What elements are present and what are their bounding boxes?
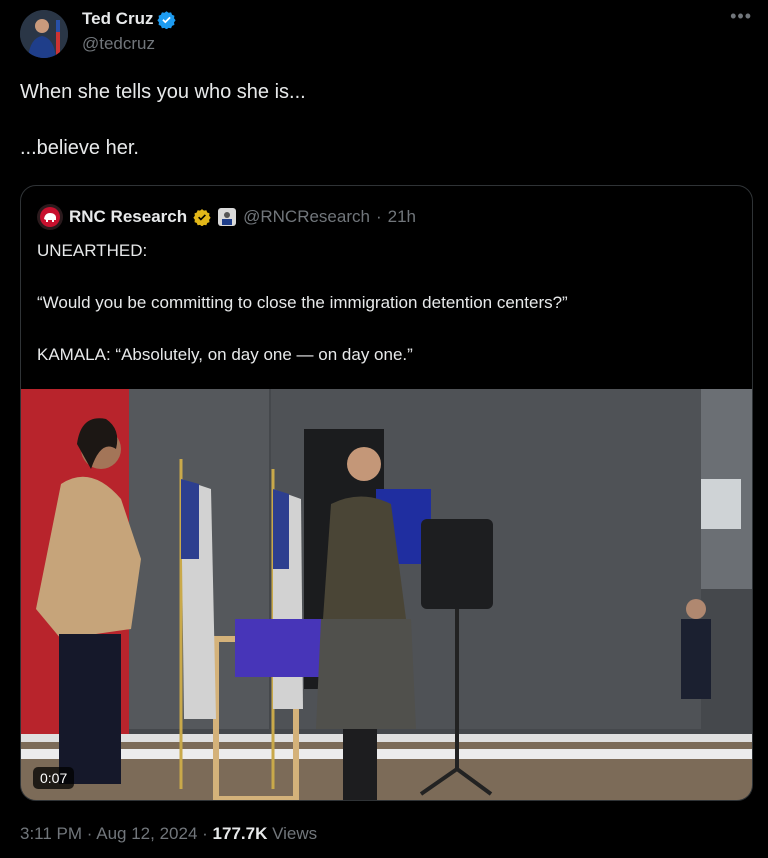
quoted-author-name: RNC Research bbox=[69, 207, 188, 226]
tweet-meta: 3:11 PM · Aug 12, 2024 · 177.7K Views bbox=[20, 824, 317, 844]
quoted-text: UNEARTHED: “Would you be committing to c… bbox=[37, 241, 568, 364]
rnc-logo-icon bbox=[37, 204, 63, 230]
author-avatar[interactable] bbox=[20, 10, 68, 58]
author-name-text: Ted Cruz bbox=[82, 9, 154, 28]
author-name[interactable]: Ted Cruz bbox=[82, 9, 177, 29]
post-date[interactable]: Aug 12, 2024 bbox=[96, 824, 197, 843]
views-count: 177.7K bbox=[212, 824, 268, 843]
dot-separator: · bbox=[375, 207, 382, 226]
views-label: Views bbox=[272, 824, 318, 843]
video-frame bbox=[21, 389, 752, 800]
quoted-time: 21h bbox=[387, 207, 417, 226]
author-handle[interactable]: @tedcruz bbox=[82, 34, 155, 54]
gold-check-icon bbox=[193, 209, 211, 226]
verified-badge-icon bbox=[157, 10, 177, 29]
video-player[interactable]: 0:07 bbox=[21, 389, 752, 800]
quoted-tweet[interactable]: RNC Research @RNCResearch · 21h UNEARTHE… bbox=[20, 185, 753, 801]
video-duration: 0:07 bbox=[33, 767, 75, 789]
dot-separator: · bbox=[86, 824, 97, 843]
more-icon[interactable]: ••• bbox=[730, 6, 752, 27]
affiliate-badge-icon bbox=[218, 208, 237, 226]
dot-separator: · bbox=[202, 824, 213, 843]
quoted-header: RNC Research @RNCResearch · 21h bbox=[37, 204, 417, 230]
post-time[interactable]: 3:11 PM bbox=[20, 824, 82, 843]
quoted-author-handle: @RNCResearch bbox=[243, 207, 370, 226]
tweet-text: When she tells you who she is... ...beli… bbox=[20, 81, 306, 159]
